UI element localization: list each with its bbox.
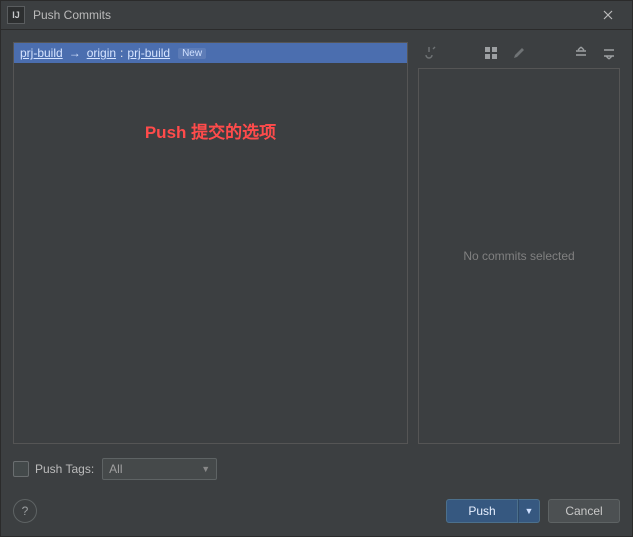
push-tags-select[interactable]: All ▼ <box>102 458 217 480</box>
close-button[interactable] <box>588 1 628 29</box>
push-tags-selected: All <box>109 462 122 476</box>
push-tags-checkbox-wrap[interactable]: Push Tags: <box>13 461 94 477</box>
remote-branch: prj-build <box>127 46 170 60</box>
edit-icon[interactable] <box>510 44 528 62</box>
empty-state-text: No commits selected <box>463 249 574 263</box>
chevron-down-icon: ▼ <box>525 506 534 516</box>
app-icon: IJ <box>7 6 25 24</box>
push-dropdown-button[interactable]: ▼ <box>518 499 540 523</box>
push-button[interactable]: Push <box>446 499 518 523</box>
group-by-icon[interactable] <box>482 44 500 62</box>
remote-name: origin <box>87 46 116 60</box>
branch-row[interactable]: prj-build → origin : prj-build New <box>14 43 407 63</box>
close-icon <box>603 10 613 20</box>
push-commits-dialog: IJ Push Commits prj-build → origin : prj… <box>0 0 633 537</box>
chevron-down-icon: ▼ <box>201 464 210 474</box>
window-title: Push Commits <box>33 8 588 22</box>
new-badge: New <box>178 48 206 59</box>
push-tags-row: Push Tags: All ▼ <box>13 456 620 482</box>
cherry-pick-icon[interactable] <box>420 44 438 62</box>
right-pane: No commits selected <box>418 42 620 444</box>
push-tags-label: Push Tags: <box>35 462 94 476</box>
help-button[interactable]: ? <box>13 499 37 523</box>
titlebar: IJ Push Commits <box>1 1 632 30</box>
push-split-button: Push ▼ <box>446 499 540 523</box>
commit-preview-pane: No commits selected <box>418 68 620 444</box>
collapse-all-icon[interactable] <box>600 44 618 62</box>
annotation-overlay: Push 提交的选项 <box>14 118 407 143</box>
local-branch: prj-build <box>20 46 63 60</box>
main-area: prj-build → origin : prj-build New Push … <box>13 42 620 444</box>
commit-toolbar <box>418 42 620 68</box>
arrow-icon: → <box>67 46 83 60</box>
dialog-body: prj-build → origin : prj-build New Push … <box>1 30 632 536</box>
colon: : <box>120 46 123 60</box>
footer: ? Push ▼ Cancel <box>13 496 620 526</box>
cancel-button[interactable]: Cancel <box>548 499 620 523</box>
push-tags-checkbox[interactable] <box>13 461 29 477</box>
commits-tree-pane[interactable]: prj-build → origin : prj-build New Push … <box>13 42 408 444</box>
expand-all-icon[interactable] <box>572 44 590 62</box>
